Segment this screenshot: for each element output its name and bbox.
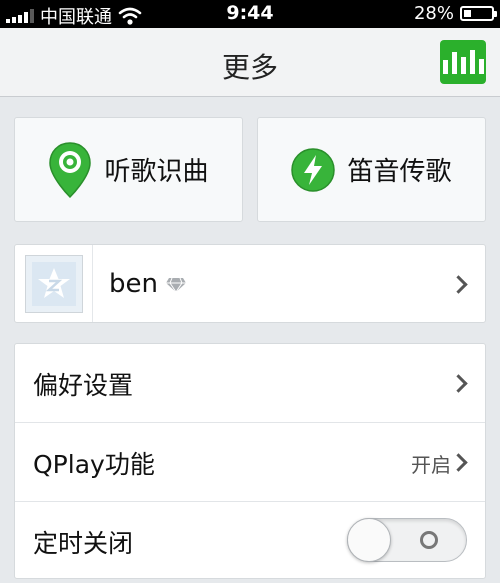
settings-list: 偏好设置 QPlay功能 开启 定时关闭	[14, 343, 486, 579]
nav-bar: 更多	[0, 28, 500, 97]
preferences-row[interactable]: 偏好设置	[15, 344, 485, 422]
song-recognition-card[interactable]: 听歌识曲	[14, 117, 243, 222]
sleep-timer-label: 定时关闭	[33, 529, 134, 558]
lightning-icon	[291, 147, 336, 192]
song-recognition-label: 听歌识曲	[104, 157, 209, 187]
avatar	[25, 255, 83, 313]
diamond-icon	[166, 277, 186, 293]
qplay-row[interactable]: QPlay功能 开启	[15, 423, 485, 501]
whistle-song-card[interactable]: 笛音传歌	[257, 117, 486, 222]
whistle-song-label: 笛音传歌	[347, 157, 452, 187]
battery-percent: 28%	[413, 3, 454, 24]
sleep-timer-row: 定时关闭	[15, 502, 485, 580]
preferences-label: 偏好设置	[33, 371, 134, 400]
chevron-right-icon	[449, 453, 468, 472]
chevron-right-icon	[449, 374, 468, 393]
chevron-right-icon	[449, 275, 468, 294]
profile-row[interactable]: ben	[14, 244, 486, 323]
location-pin-icon	[49, 141, 92, 198]
equalizer-button[interactable]	[440, 40, 486, 84]
toggle-off-icon	[420, 531, 438, 549]
default-avatar-icon	[32, 262, 76, 306]
sleep-timer-toggle[interactable]	[347, 518, 467, 562]
status-bar: 中国联通 9:44 28%	[0, 0, 500, 28]
qplay-label: QPlay功能	[33, 450, 155, 479]
page-title: 更多	[221, 51, 278, 84]
battery-icon	[460, 6, 497, 21]
equalizer-icon	[442, 60, 448, 74]
qplay-status: 开启	[411, 453, 451, 477]
toggle-knob[interactable]	[347, 518, 391, 562]
username: ben	[109, 269, 158, 299]
